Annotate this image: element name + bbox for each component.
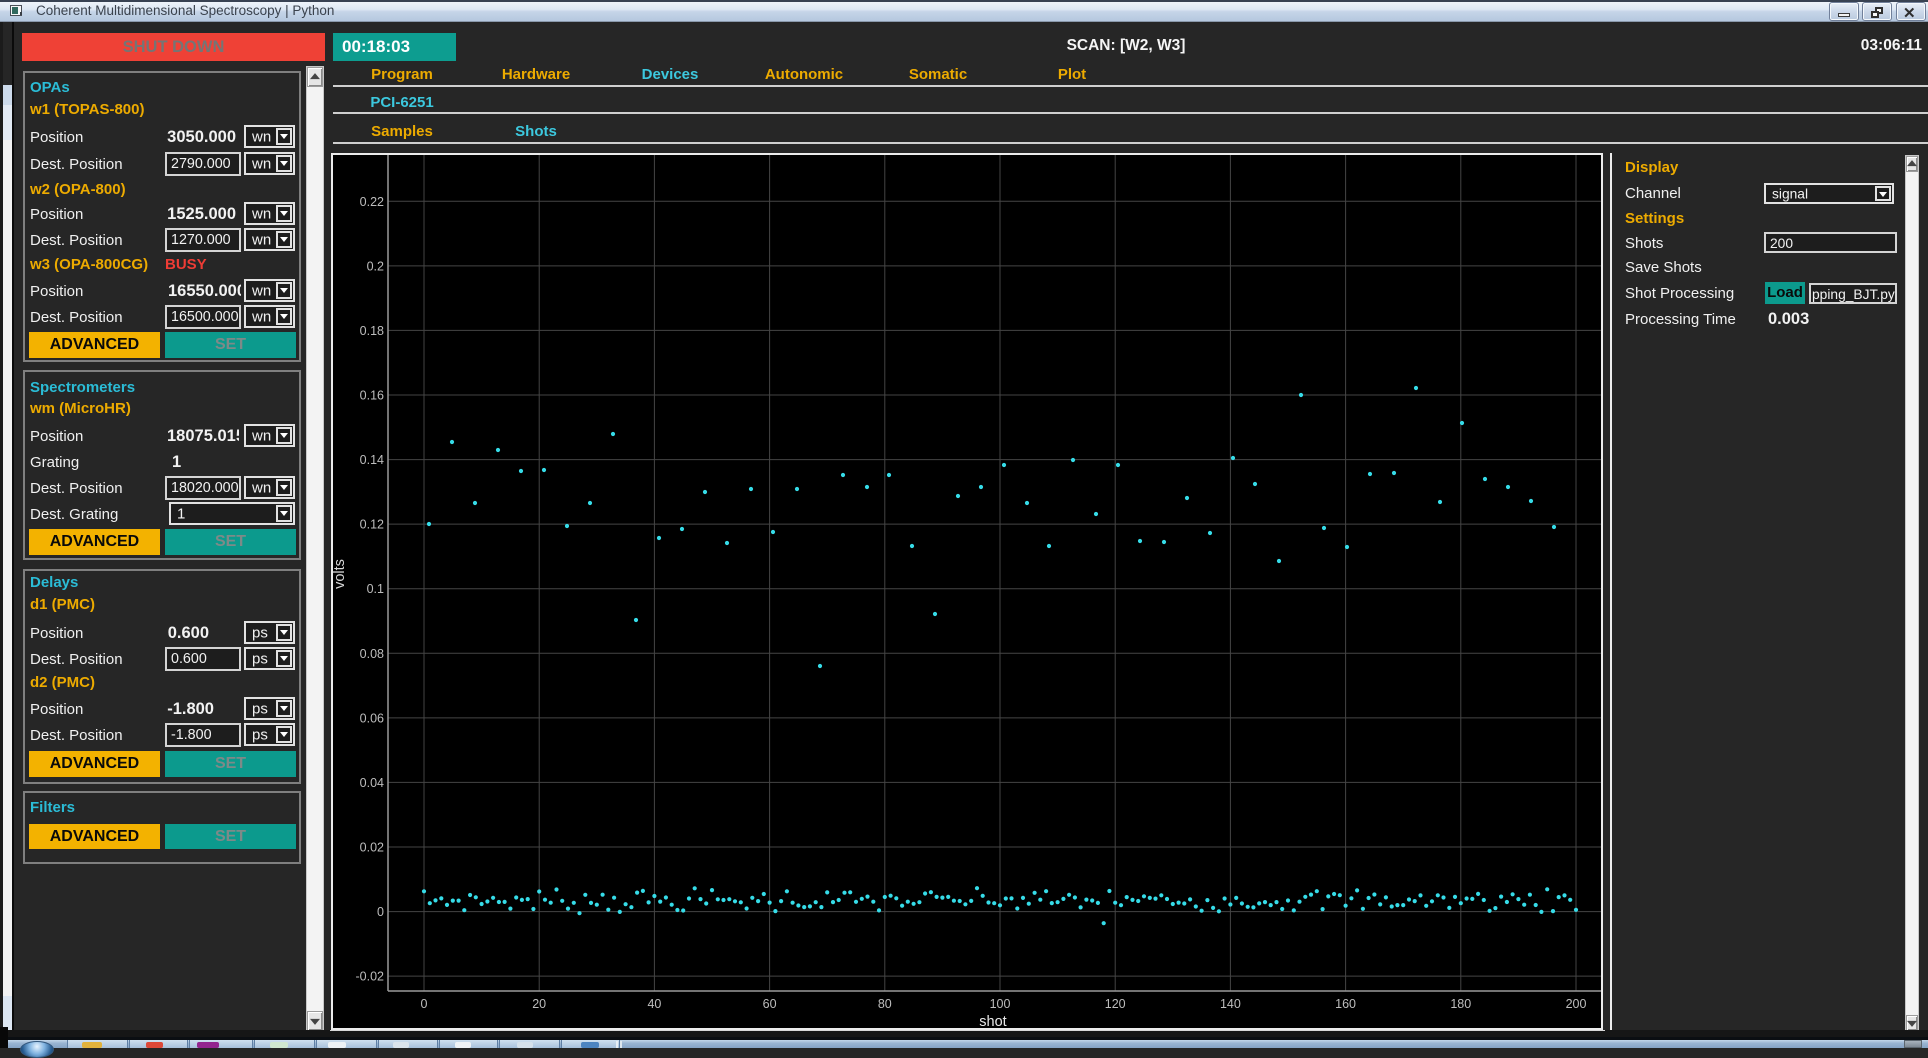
svg-text:0.06: 0.06 bbox=[360, 711, 384, 725]
svg-text:40: 40 bbox=[647, 997, 661, 1011]
svg-text:180: 180 bbox=[1450, 997, 1471, 1011]
svg-text:160: 160 bbox=[1335, 997, 1356, 1011]
svg-text:0.14: 0.14 bbox=[360, 453, 384, 467]
svg-text:0.1: 0.1 bbox=[367, 582, 384, 596]
svg-text:0.02: 0.02 bbox=[360, 841, 384, 855]
svg-text:0.04: 0.04 bbox=[360, 776, 384, 790]
svg-text:0.12: 0.12 bbox=[360, 518, 384, 532]
svg-text:0.08: 0.08 bbox=[360, 647, 384, 661]
svg-text:60: 60 bbox=[763, 997, 777, 1011]
svg-text:20: 20 bbox=[532, 997, 546, 1011]
svg-text:shot: shot bbox=[979, 1014, 1006, 1028]
svg-text:0: 0 bbox=[421, 997, 428, 1011]
svg-text:0.16: 0.16 bbox=[360, 389, 384, 403]
svg-text:200: 200 bbox=[1566, 997, 1587, 1011]
svg-text:0.18: 0.18 bbox=[360, 324, 384, 338]
svg-text:140: 140 bbox=[1220, 997, 1241, 1011]
svg-text:0.22: 0.22 bbox=[360, 195, 384, 209]
svg-text:-0.02: -0.02 bbox=[356, 970, 385, 984]
svg-text:120: 120 bbox=[1105, 997, 1126, 1011]
svg-text:volts: volts bbox=[333, 559, 348, 589]
svg-text:80: 80 bbox=[878, 997, 892, 1011]
svg-text:100: 100 bbox=[990, 997, 1011, 1011]
svg-text:0: 0 bbox=[377, 905, 384, 919]
svg-text:0.2: 0.2 bbox=[367, 259, 384, 273]
